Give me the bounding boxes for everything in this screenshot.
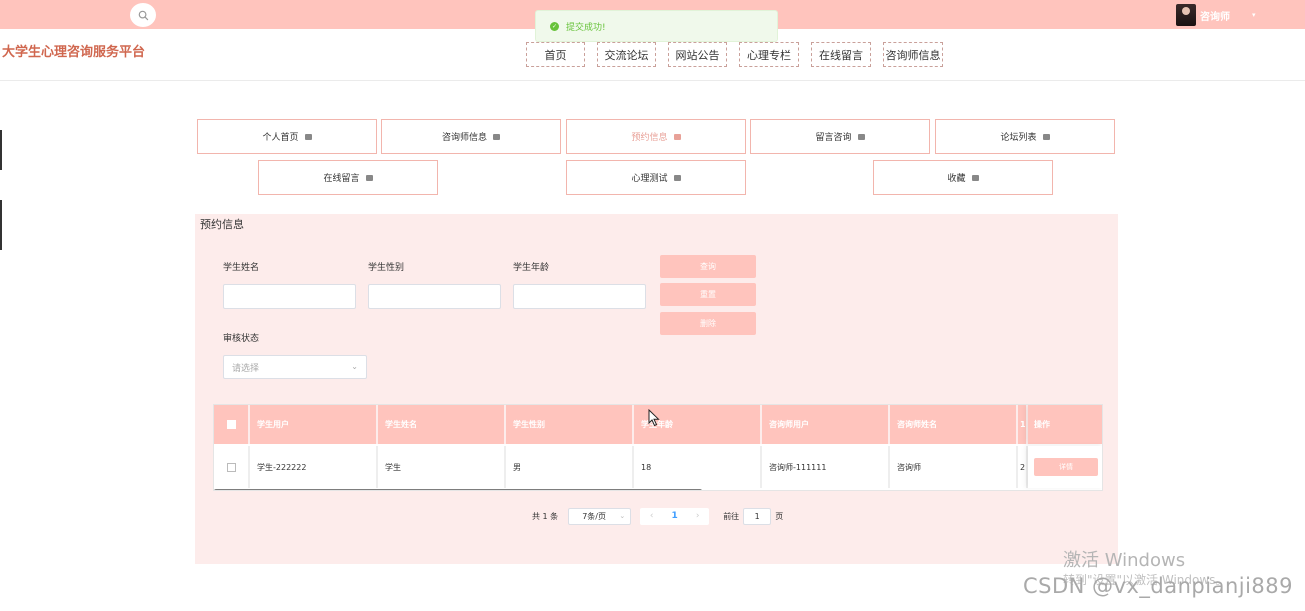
goto-page-input[interactable]: 1	[743, 507, 772, 525]
toast-message: 提交成功!	[566, 22, 606, 33]
reset-button[interactable]: 重置	[660, 283, 756, 306]
menu-message-consult[interactable]: 留言咨询	[750, 119, 930, 154]
goto-suffix: 页	[775, 511, 784, 521]
menu-label: 咨询师信息	[441, 133, 487, 143]
menu-favorites[interactable]: 收藏	[873, 160, 1053, 195]
table-cell: 学生-222222	[250, 446, 378, 488]
chevron-down-icon: ⌄	[351, 362, 358, 371]
appointment-panel: 预约信息 学生姓名 学生性别 学生年龄 查询 重置 删除 审核状态 请选择 ⌄ …	[195, 214, 1118, 564]
menu-appointment-info[interactable]: 预约信息	[566, 119, 746, 154]
table-cell: 2	[1018, 446, 1028, 488]
home-icon	[493, 133, 500, 140]
site-logo[interactable]: 大学生心理咨询服务平台	[2, 41, 145, 60]
select-placeholder: 请选择	[232, 363, 260, 374]
header-divider	[0, 80, 1305, 81]
student-gender-label: 学生性别	[368, 263, 405, 273]
success-toast: ✓ 提交成功!	[535, 10, 778, 42]
menu-psych-test[interactable]: 心理测试	[566, 160, 746, 195]
mouse-cursor-icon	[648, 409, 660, 427]
nav-announcements[interactable]: 网站公告	[668, 42, 727, 67]
home-icon	[304, 133, 312, 140]
table-cell: 学生	[378, 446, 506, 488]
home-icon	[971, 174, 979, 181]
delete-button[interactable]: 删除	[660, 312, 756, 335]
table-row: 学生-222222 学生 男 18 咨询师-111111 咨询师 2	[214, 446, 1102, 488]
pagination: 共 1 条 7条/页 ⌄ ‹ 1 › 前往 1 页	[532, 507, 783, 525]
nav-counselor-info[interactable]: 咨询师信息	[883, 42, 943, 67]
operation-column-header: 操作	[1028, 405, 1102, 444]
menu-online-message[interactable]: 在线留言	[258, 160, 438, 195]
menu-label: 在线留言	[323, 174, 360, 184]
nav-forum[interactable]: 交流论坛	[597, 42, 656, 67]
nav-psych-column[interactable]: 心理专栏	[739, 42, 799, 67]
activate-windows-watermark: 激活 Windows	[1063, 550, 1186, 571]
operation-cell: 详情	[1028, 446, 1102, 488]
window-edge	[0, 200, 2, 250]
student-age-input[interactable]	[513, 284, 646, 309]
table-cell: 男	[506, 446, 634, 488]
student-name-input[interactable]	[223, 284, 356, 309]
column-header[interactable]: 学生性别	[506, 405, 634, 444]
home-icon	[1042, 133, 1050, 140]
menu-counselor-info[interactable]: 咨询师信息	[381, 119, 561, 154]
search-icon	[138, 10, 148, 20]
menu-label: 心理测试	[631, 174, 668, 184]
search-button[interactable]	[130, 3, 156, 27]
menu-label: 留言咨询	[815, 133, 852, 143]
student-name-label: 学生姓名	[223, 263, 260, 273]
home-icon	[673, 174, 681, 181]
column-header[interactable]: 学生姓名	[378, 405, 506, 444]
row-select-cell	[214, 446, 250, 488]
nav-home[interactable]: 首页	[526, 42, 585, 67]
user-menu[interactable]: 咨询师 ▾	[1176, 3, 1256, 27]
column-header[interactable]: 1	[1018, 405, 1028, 444]
review-status-select[interactable]: 请选择 ⌄	[223, 355, 367, 379]
column-header[interactable]: 咨询师用户	[762, 405, 890, 444]
menu-forum-list[interactable]: 论坛列表	[935, 119, 1115, 154]
page-number[interactable]: 1	[663, 508, 686, 525]
query-button[interactable]: 查询	[660, 255, 756, 278]
select-all-checkbox[interactable]	[226, 420, 236, 429]
check-circle-icon: ✓	[550, 21, 559, 31]
horizontal-scrollbar[interactable]	[214, 489, 1102, 490]
total-count: 共 1 条	[532, 511, 559, 521]
chevron-down-icon: ▾	[1252, 11, 1256, 19]
review-status-label: 审核状态	[223, 334, 260, 344]
menu-label: 论坛列表	[1000, 133, 1037, 143]
page-buttons: ‹ 1 ›	[640, 507, 710, 525]
table-cell: 咨询师-111111	[762, 446, 890, 488]
home-icon	[857, 133, 865, 140]
menu-label: 收藏	[947, 174, 966, 184]
prev-page-button[interactable]: ‹	[640, 508, 663, 525]
chevron-down-icon: ⌄	[619, 512, 626, 520]
table-cell: 18	[634, 446, 762, 488]
nav-online-message[interactable]: 在线留言	[811, 42, 871, 67]
row-checkbox[interactable]	[226, 462, 236, 472]
table-cell: 咨询师	[890, 446, 1018, 488]
goto-label: 前往	[723, 511, 740, 521]
window-edge	[0, 130, 2, 170]
page-title: 预约信息	[200, 218, 244, 231]
page-size-select[interactable]: 7条/页 ⌄	[568, 507, 632, 525]
column-header[interactable]: 咨询师姓名	[890, 405, 1018, 444]
column-header[interactable]: 学生用户	[250, 405, 378, 444]
menu-label: 预约信息	[631, 133, 668, 143]
menu-label: 个人首页	[262, 133, 299, 143]
menu-personal-home[interactable]: 个人首页	[197, 119, 377, 154]
detail-button[interactable]: 详情	[1034, 458, 1098, 476]
user-name: 咨询师	[1200, 11, 1230, 23]
avatar	[1176, 4, 1196, 26]
home-icon	[673, 133, 681, 140]
csdn-watermark: CSDN @vx_danpianji889	[1023, 574, 1294, 598]
home-icon	[365, 174, 373, 181]
main-nav: 首页 交流论坛 网站公告 心理专栏 在线留言 咨询师信息	[526, 42, 955, 67]
student-gender-input[interactable]	[368, 284, 501, 309]
scrollbar-thumb[interactable]	[214, 489, 702, 490]
student-age-label: 学生年龄	[513, 263, 550, 273]
next-page-button[interactable]: ›	[686, 508, 709, 525]
select-all-cell	[214, 405, 250, 444]
page-size-value: 7条/页	[582, 511, 606, 521]
